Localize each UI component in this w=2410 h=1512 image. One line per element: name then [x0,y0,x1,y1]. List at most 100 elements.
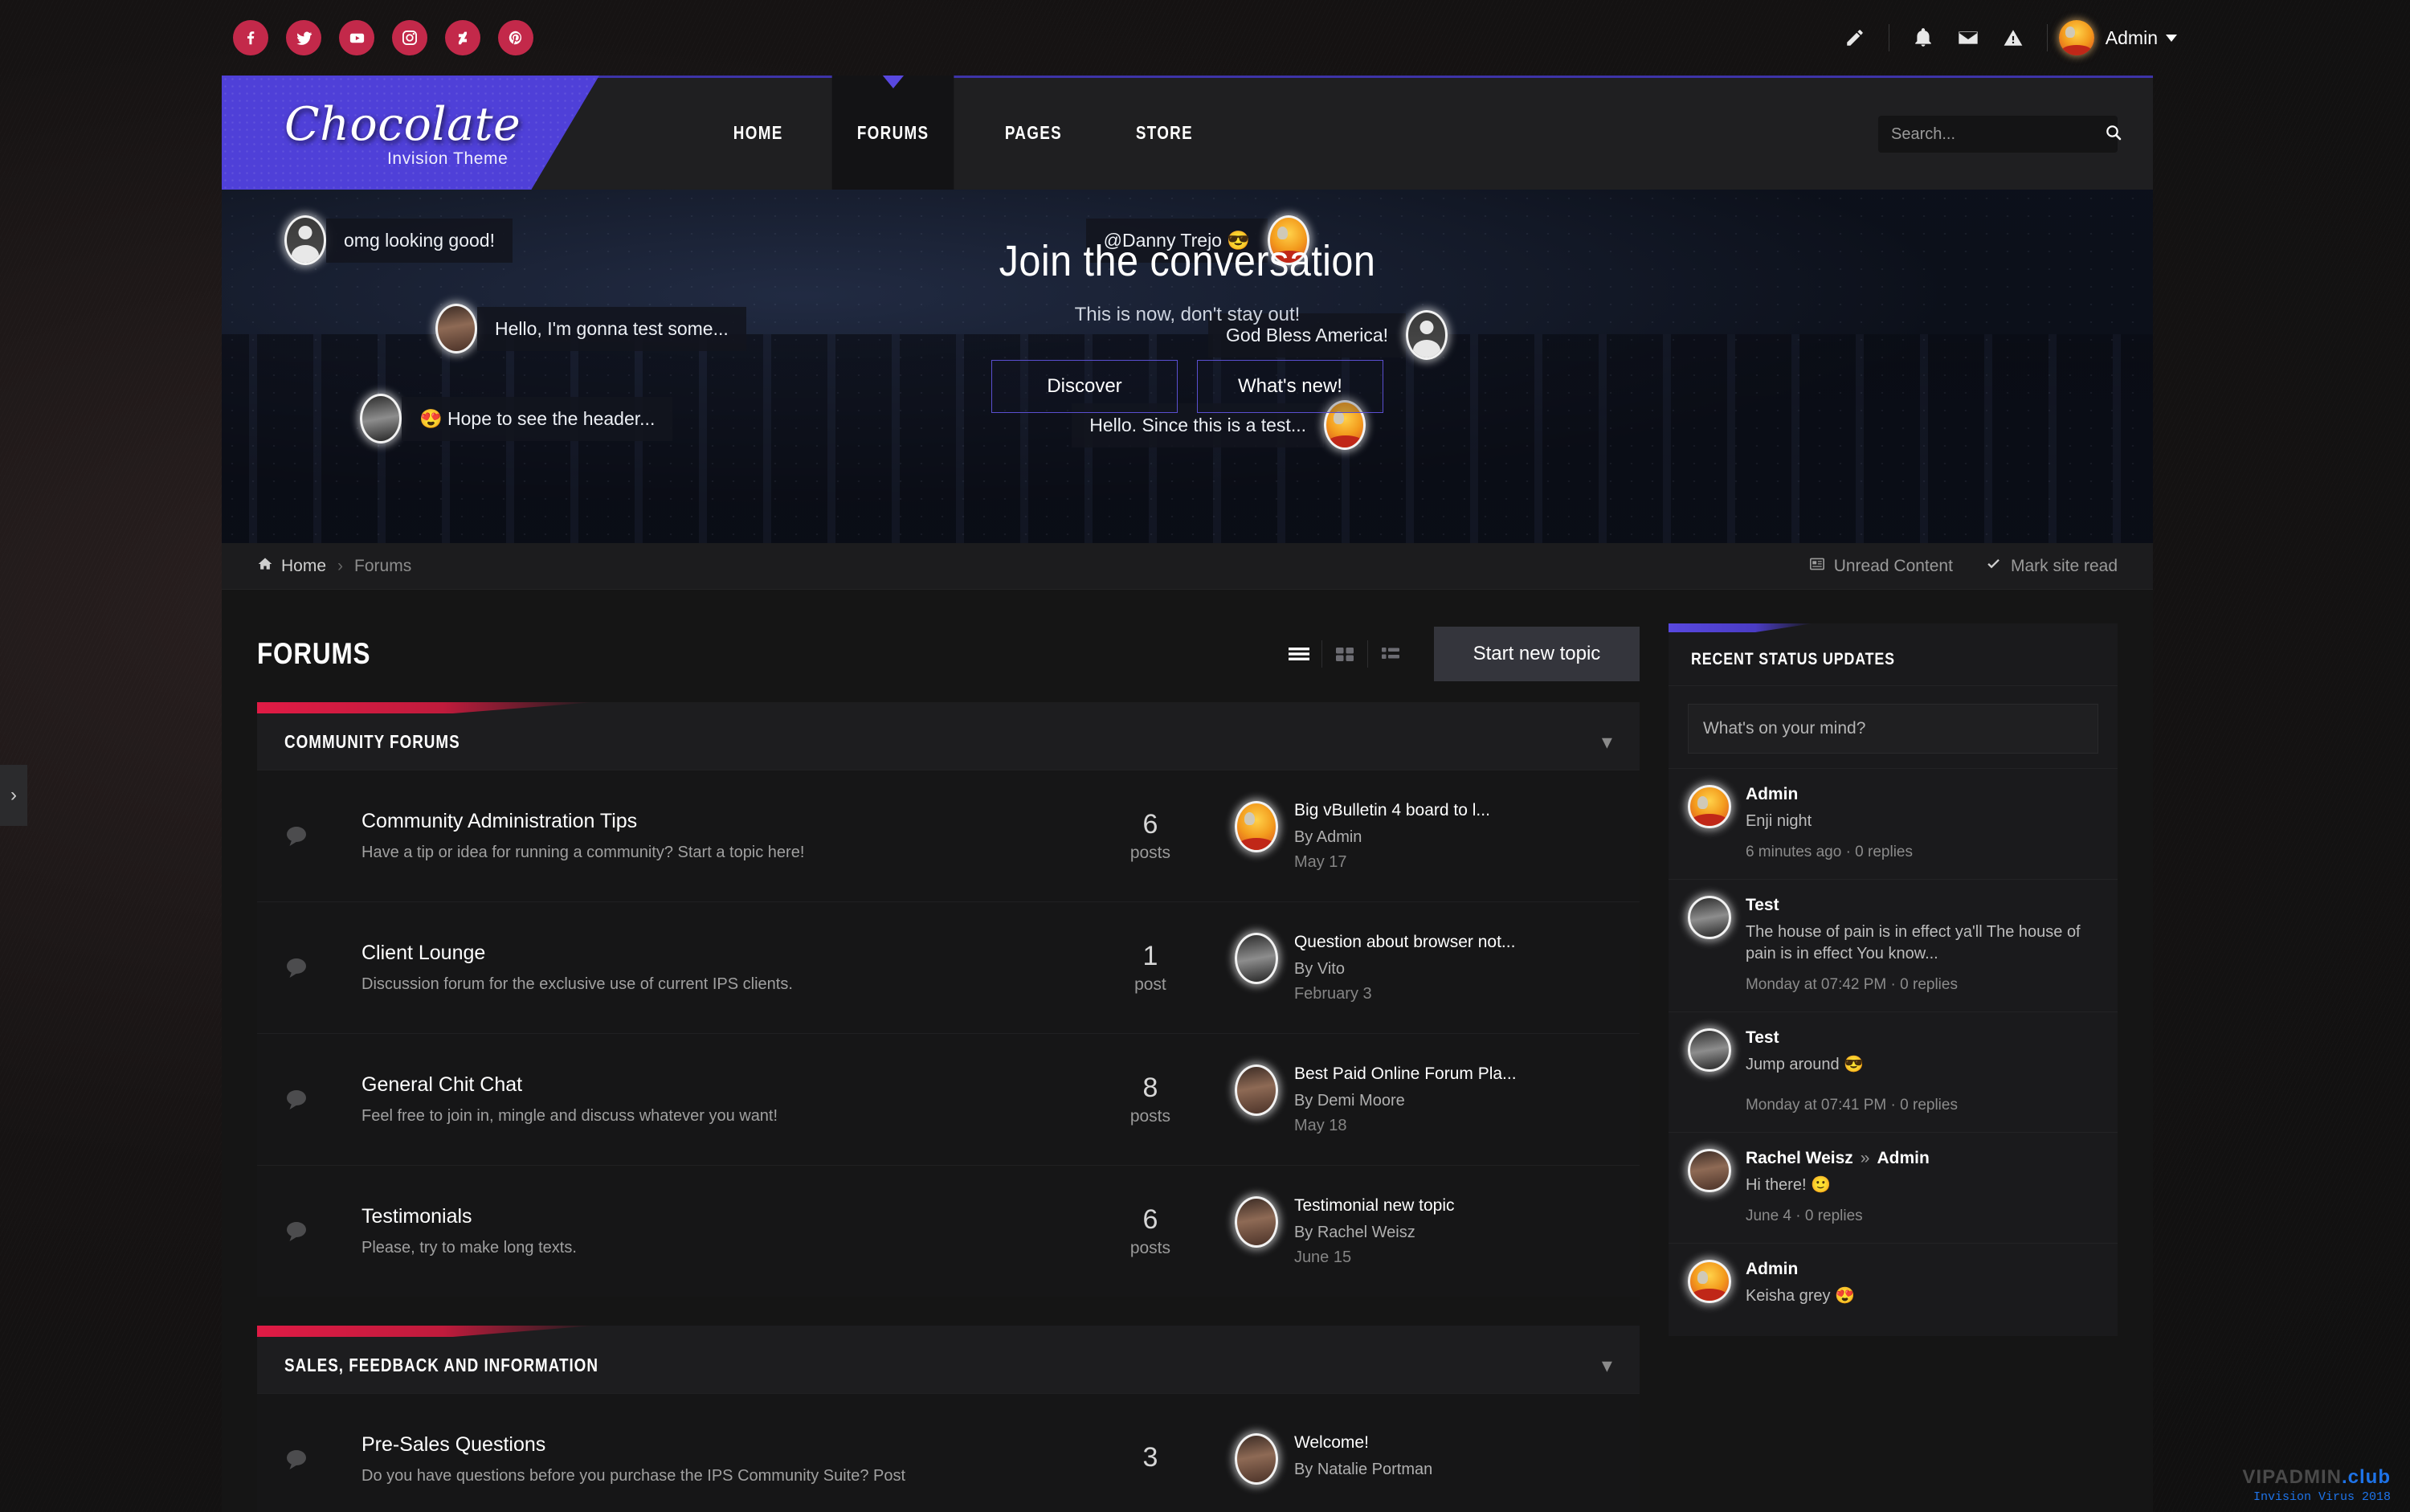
forum-name[interactable]: General Chit Chat [362,1073,1042,1097]
breadcrumb-home[interactable]: Home [281,557,326,576]
logo-text: Chocolate [284,98,521,151]
forum-name[interactable]: Testimonials [362,1205,1042,1228]
forum-description: Have a tip or idea for running a communi… [362,844,805,861]
last-post-title[interactable]: Question about browser not... [1294,933,1516,952]
breadcrumb: Home › Forums Unread Content Mark site r… [222,543,2153,590]
status-body: Test The house of pain is in effect ya'l… [1746,896,2098,994]
home-icon[interactable] [257,556,273,577]
whats-new-button[interactable]: What's new! [1197,360,1383,413]
status-author[interactable]: Test [1746,896,2098,915]
status-author[interactable]: Test [1746,1028,2098,1048]
status-update-item[interactable]: Admin Keisha grey 😍 [1668,1243,2118,1336]
instagram-icon[interactable] [392,20,427,55]
status-update-item[interactable]: Rachel Weisz » Admin Hi there! 🙂 June 4 · … [1668,1132,2118,1243]
pinterest-icon[interactable] [498,20,533,55]
forum-info: Testimonials Please, try to make long te… [362,1205,1066,1257]
mark-site-read-link[interactable]: Mark site read [1985,557,2118,576]
avatar[interactable] [1234,1433,1278,1485]
warning-icon[interactable] [1991,20,2036,55]
category-title: SALES, FEEDBACK AND INFORMATION [284,1354,598,1375]
facebook-icon[interactable] [233,20,268,55]
unread-content-label: Unread Content [1833,556,1953,575]
search-icon[interactable] [2104,123,2123,146]
last-post-title[interactable]: Best Paid Online Forum Pla... [1294,1065,1517,1084]
twitter-icon[interactable] [286,20,321,55]
nav-item-forums[interactable]: FORUMS [832,76,954,190]
sidebar-header: RECENT STATUS UPDATES [1668,623,2118,686]
youtube-icon[interactable] [339,20,374,55]
status-body: Test Jump around 😎 Monday at 07:41 PM · … [1746,1028,2098,1114]
avatar[interactable] [1234,1064,1278,1116]
top-right-actions: Admin [1832,0,2177,76]
bell-icon[interactable] [1901,20,1946,55]
forum-post-count: 6 posts [1066,1204,1235,1258]
status-composer [1669,686,2118,768]
chevron-right-icon: › [337,556,344,575]
last-post-title[interactable]: Welcome! [1294,1433,1432,1453]
forum-post-count: 3 [1066,1442,1235,1477]
last-post-author: By Rachel Weisz [1293,1223,1415,1241]
hero-subtitle: This is now, don't stay out! [1074,304,1301,325]
status-text: Hi there! 🙂 [1745,1176,1831,1194]
status-author[interactable]: Admin [1746,785,2098,804]
last-post-title[interactable]: Testimonial new topic [1294,1196,1455,1216]
nav-item-store[interactable]: STORE [1110,76,1218,190]
avatar[interactable] [1687,1260,1731,1303]
last-post-title[interactable]: Big vBulletin 4 board to l... [1294,801,1490,820]
status-update-item[interactable]: Test Jump around 😎 Monday at 07:41 PM · … [1668,1011,2118,1132]
avatar[interactable] [1234,1195,1278,1248]
unread-content-link[interactable]: Unread Content [1809,557,1953,576]
avatar[interactable] [1687,896,1731,939]
last-post: Welcome! By Natalie Portman [1234,1433,1612,1485]
avatar[interactable] [2058,20,2094,55]
avatar[interactable] [1687,1028,1731,1072]
list-view-icon[interactable] [1276,634,1321,674]
watermark-line-2: Invision Virus 2018 [2253,1490,2391,1504]
discover-button[interactable]: Discover [991,360,1178,413]
nav-item-home[interactable]: HOME [709,76,808,190]
forum-row[interactable]: Community Administration Tips Have a tip… [257,770,1640,901]
logo-panel[interactable]: Chocolate Invision Theme [222,76,599,190]
status-update-item[interactable]: Test The house of pain is in effect ya'l… [1668,879,2118,1011]
avatar[interactable] [1234,932,1278,984]
social-links [233,20,533,55]
sidebar-toggle-tab[interactable]: › [0,765,27,826]
category-header[interactable]: COMMUNITY FORUMS ▾ [257,702,1640,770]
chevron-down-icon[interactable]: ▾ [1602,1353,1612,1378]
forum-row[interactable]: Pre-Sales Questions Do you have question… [257,1393,1640,1512]
chevron-down-icon[interactable]: ▾ [1602,729,1612,754]
status-text: Jump around 😎 [1745,1056,1865,1073]
avatar[interactable] [1687,785,1731,828]
pencil-icon[interactable] [1832,20,1877,55]
status-author[interactable]: Rachel Weisz » Admin [1746,1149,2098,1168]
forum-row[interactable]: Testimonials Please, try to make long te… [257,1165,1640,1297]
grid-view-icon[interactable] [1322,634,1367,674]
chevron-down-icon[interactable] [2166,34,2177,42]
main-toolbar: Start new topic [1276,627,1640,681]
nav-item-pages[interactable]: PAGES [979,76,1087,190]
envelope-icon[interactable] [1946,20,1991,55]
avatar[interactable] [1234,800,1278,852]
condensed-view-icon[interactable] [1368,634,1413,674]
avatar[interactable] [1687,1149,1731,1192]
status-body: Admin Enji night 6 minutes ago · 0 repli… [1746,785,2098,861]
forum-row[interactable]: Client Lounge Discussion forum for the e… [257,901,1640,1033]
forum-row[interactable]: General Chit Chat Feel free to join in, … [257,1033,1640,1165]
search-box[interactable] [1878,116,2122,153]
status-author[interactable]: Admin [1746,1260,2098,1279]
category-header[interactable]: SALES, FEEDBACK AND INFORMATION ▾ [257,1326,1640,1393]
forum-name[interactable]: Client Lounge [362,942,1042,965]
post-count-number: 3 [1142,1442,1158,1473]
user-menu-label[interactable]: Admin [2106,27,2158,49]
status-update-item[interactable]: Admin Enji night 6 minutes ago · 0 repli… [1668,768,2118,879]
status-input[interactable] [1687,704,2098,754]
forum-description: Do you have questions before you purchas… [362,1467,906,1485]
deviantart-icon[interactable] [445,20,480,55]
start-new-topic-button[interactable]: Start new topic [1433,627,1640,681]
status-meta: Monday at 07:41 PM · 0 replies [1745,1097,1958,1114]
last-post: Best Paid Online Forum Pla... By Demi Mo… [1234,1064,1612,1135]
forum-name[interactable]: Pre-Sales Questions [362,1433,1042,1457]
search-input[interactable] [1891,125,2104,144]
forum-name[interactable]: Community Administration Tips [362,810,1042,833]
post-count-number: 1 [1142,941,1158,971]
